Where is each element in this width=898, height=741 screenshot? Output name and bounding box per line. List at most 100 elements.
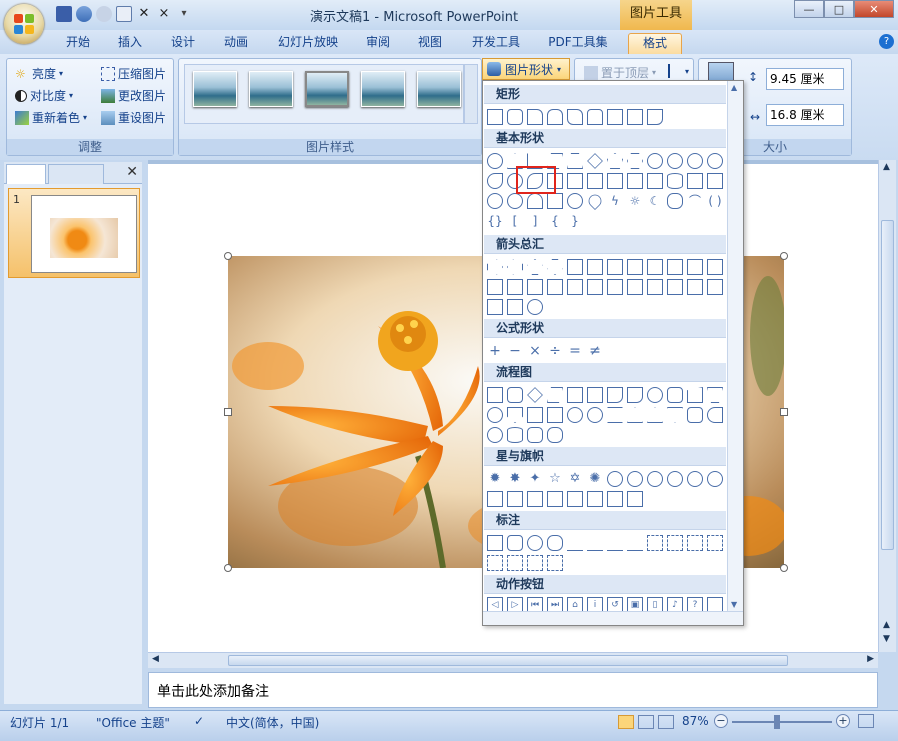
- diagonal-stripe-shape-icon[interactable]: [607, 173, 623, 189]
- heart-shape-icon[interactable]: [585, 191, 605, 211]
- scroll-up-icon[interactable]: ▲: [883, 162, 890, 172]
- line-callout2-border-icon[interactable]: [507, 555, 523, 571]
- down-arrow-shape-icon[interactable]: [547, 259, 563, 275]
- align-button[interactable]: ▾: [668, 64, 689, 78]
- change-picture-button[interactable]: 更改图片: [101, 87, 166, 104]
- maximize-button[interactable]: □: [824, 0, 854, 18]
- line-callout4-icon[interactable]: [627, 535, 643, 551]
- folded-corner-shape-icon[interactable]: [547, 193, 563, 209]
- star8-shape-icon[interactable]: [607, 471, 623, 487]
- arc-shape-icon[interactable]: ⌒: [687, 193, 703, 209]
- scroll-left-icon[interactable]: ◀: [152, 654, 159, 664]
- plus-shape-icon[interactable]: +: [487, 343, 503, 359]
- line-callout1-border-icon[interactable]: [487, 555, 503, 571]
- normal-view-icon[interactable]: [618, 715, 634, 729]
- right-arrow-shape-icon[interactable]: [487, 259, 503, 275]
- resize-handle-top-left[interactable]: [224, 252, 232, 260]
- flowchart-alternate-process-icon[interactable]: [507, 387, 523, 403]
- star32-shape-icon[interactable]: [707, 471, 723, 487]
- round-corner-shape-icon[interactable]: [587, 109, 603, 125]
- scroll-right-icon[interactable]: ▶: [867, 654, 874, 664]
- menu-scrollbar[interactable]: ▲ ▼: [727, 81, 743, 611]
- left-up-arrow-shape-icon[interactable]: [687, 259, 703, 275]
- picture-style-1[interactable]: [193, 71, 237, 107]
- tab-slideshow[interactable]: 幻灯片放映: [272, 33, 344, 54]
- snip-diagonal-shape-icon[interactable]: [627, 109, 643, 125]
- l-shape-icon[interactable]: [587, 173, 603, 189]
- right-arrow-callout-shape-icon[interactable]: [647, 279, 663, 295]
- line-callout4-border-icon[interactable]: [547, 555, 563, 571]
- curved-up-ribbon-shape-icon[interactable]: [527, 491, 543, 507]
- picture-style-3[interactable]: [305, 71, 349, 107]
- picture-style-5[interactable]: [417, 71, 461, 107]
- flowchart-merge-icon[interactable]: [667, 407, 683, 423]
- star5-shape-icon[interactable]: ☆: [547, 471, 563, 487]
- circular-arrow-shape-icon[interactable]: [527, 299, 543, 315]
- office-button[interactable]: [4, 4, 44, 44]
- multiply-shape-icon[interactable]: ×: [527, 343, 543, 359]
- octagon-shape-icon[interactable]: [667, 153, 683, 169]
- flowchart-magnetic-disk-icon[interactable]: [507, 427, 523, 443]
- up-down-arrow-shape-icon[interactable]: [587, 259, 603, 275]
- resize-handle-bottom-right[interactable]: [780, 564, 788, 572]
- flowchart-collate-icon[interactable]: [607, 407, 623, 423]
- flowchart-card-icon[interactable]: [527, 407, 543, 423]
- star10-shape-icon[interactable]: [627, 471, 643, 487]
- curved-down-arrow-shape-icon[interactable]: [547, 279, 563, 295]
- left-right-arrow-callout-shape-icon[interactable]: [487, 299, 503, 315]
- snip-corner-shape-icon[interactable]: [527, 109, 543, 125]
- notes-pane[interactable]: 单击此处添加备注: [148, 672, 878, 708]
- flowchart-data-icon[interactable]: [547, 387, 563, 403]
- zoom-slider-thumb[interactable]: [774, 715, 780, 729]
- line-callout1-accent-icon[interactable]: [647, 535, 663, 551]
- oval-shape-icon[interactable]: [487, 153, 503, 169]
- curved-down-ribbon-shape-icon[interactable]: [547, 491, 563, 507]
- curved-right-arrow-shape-icon[interactable]: [487, 279, 503, 295]
- divide-shape-icon[interactable]: ÷: [547, 343, 563, 359]
- resize-handle-right[interactable]: [780, 408, 788, 416]
- rounded-rectangular-callout-icon[interactable]: [507, 535, 523, 551]
- right-brace-shape-icon[interactable]: }: [567, 213, 583, 229]
- left-arrow-callout-shape-icon[interactable]: [687, 279, 703, 295]
- recolor-button[interactable]: 重新着色 ▾: [15, 109, 87, 126]
- minimize-button[interactable]: —: [794, 0, 824, 18]
- qat-customize-icon[interactable]: ▾: [176, 6, 192, 22]
- heptagon-shape-icon[interactable]: [647, 153, 663, 169]
- flowchart-document-icon[interactable]: [607, 387, 623, 403]
- quad-arrow-shape-icon[interactable]: [607, 259, 623, 275]
- flowchart-punched-tape-icon[interactable]: [547, 407, 563, 423]
- up-arrow-shape-icon[interactable]: [527, 259, 543, 275]
- line-callout3-border-icon[interactable]: [527, 555, 543, 571]
- vertical-scroll-shape-icon[interactable]: [567, 491, 583, 507]
- horizontal-scroll-shape-icon[interactable]: [587, 491, 603, 507]
- picture-shape-button[interactable]: 图片形状 ▾: [482, 58, 570, 80]
- vertical-scrollbar[interactable]: ▲ ▲ ▼: [878, 160, 896, 652]
- cube-shape-icon[interactable]: [687, 173, 703, 189]
- scroll-thumb[interactable]: [881, 220, 894, 550]
- zoom-in-icon[interactable]: +: [836, 714, 850, 728]
- sun-shape-icon[interactable]: ☼: [627, 193, 643, 209]
- rounded-rectangle-shape-icon[interactable]: [507, 109, 523, 125]
- close-doc-icon[interactable]: ×: [156, 6, 172, 22]
- line-callout3-accent-icon[interactable]: [687, 535, 703, 551]
- reset-picture-button[interactable]: 重设图片: [101, 109, 166, 126]
- flowchart-decision-icon[interactable]: [527, 387, 543, 403]
- moon-shape-icon[interactable]: ☾: [647, 193, 663, 209]
- half-frame-shape-icon[interactable]: [567, 173, 583, 189]
- star4-shape-icon[interactable]: ✦: [527, 471, 543, 487]
- block-arc-shape-icon[interactable]: [527, 193, 543, 209]
- dodecagon-shape-icon[interactable]: [707, 153, 723, 169]
- left-bracket-shape-icon[interactable]: [: [507, 213, 523, 229]
- double-bracket-shape-icon[interactable]: ( ): [707, 193, 723, 209]
- smiley-face-shape-icon[interactable]: [567, 193, 583, 209]
- flowchart-summing-junction-icon[interactable]: [567, 407, 583, 423]
- flowchart-or-icon[interactable]: [587, 407, 603, 423]
- tab-home[interactable]: 开始: [58, 33, 98, 54]
- equal-shape-icon[interactable]: =: [567, 343, 583, 359]
- zoom-out-icon[interactable]: −: [714, 714, 728, 728]
- resize-handle-top-right[interactable]: [780, 252, 788, 260]
- tab-animation[interactable]: 动画: [216, 33, 256, 54]
- down-ribbon-shape-icon[interactable]: [507, 491, 523, 507]
- left-brace-shape-icon[interactable]: {: [547, 213, 563, 229]
- lightning-bolt-shape-icon[interactable]: ϟ: [607, 193, 623, 209]
